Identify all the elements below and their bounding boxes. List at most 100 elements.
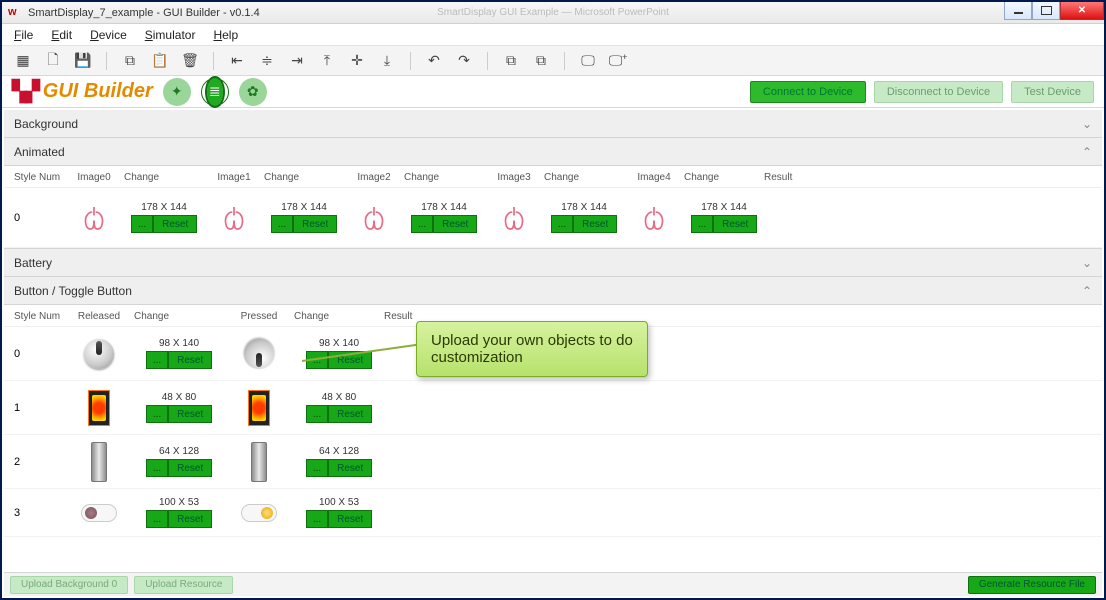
background-app-ghost: SmartDisplay GUI Example — Microsoft Pow… xyxy=(437,7,669,18)
section-buttontoggle-header[interactable]: Button / Toggle Button ⌃ xyxy=(4,277,1102,305)
change-group: 64 X 128 ...Reset xyxy=(134,446,224,477)
save-icon[interactable]: 💾 xyxy=(72,50,94,72)
browse-button[interactable]: ... xyxy=(271,215,293,233)
duplicate-icon[interactable]: ⧉ xyxy=(500,50,522,72)
change-group-0: 178 X 144 ... Reset xyxy=(124,202,204,233)
style-num: 1 xyxy=(14,402,64,414)
reset-button[interactable]: Reset xyxy=(168,351,212,369)
upload-background-button[interactable]: Upload Background 0 xyxy=(10,576,128,594)
header-change: Change xyxy=(264,172,344,183)
reset-button[interactable]: Reset xyxy=(293,215,337,233)
browse-button[interactable]: ... xyxy=(551,215,573,233)
header-image4: Image4 xyxy=(624,172,684,183)
header-change: Change xyxy=(124,172,204,183)
mode-layout-button[interactable]: ✦ xyxy=(163,78,191,106)
browse-button[interactable]: ... xyxy=(306,459,328,477)
align-bottom-icon[interactable]: ⤓ xyxy=(376,50,398,72)
align-top-icon[interactable]: ⤒ xyxy=(316,50,338,72)
connect-device-button[interactable]: Connect to Device xyxy=(750,81,866,103)
browse-button[interactable]: ... xyxy=(146,459,168,477)
window-title: SmartDisplay_7_example - GUI Builder - v… xyxy=(28,7,260,19)
reset-button[interactable]: Reset xyxy=(328,510,372,528)
style-num: 0 xyxy=(14,348,64,360)
section-background-title: Background xyxy=(14,117,78,131)
chevron-down-icon: ⌄ xyxy=(1082,117,1092,131)
paste-icon[interactable]: 📋 xyxy=(149,50,171,72)
change-group-3: 178 X 144 ...Reset xyxy=(544,202,624,233)
pressed-preview xyxy=(224,390,294,426)
header-change: Change xyxy=(404,172,484,183)
new-project-icon[interactable]: ▦ xyxy=(12,50,34,72)
close-button[interactable] xyxy=(1060,2,1104,20)
browse-button[interactable]: ... xyxy=(306,405,328,423)
undo-icon[interactable]: ↶ xyxy=(423,50,445,72)
mode-list-button[interactable]: ≣ xyxy=(201,78,229,106)
browse-button[interactable]: ... xyxy=(146,351,168,369)
align-center-h-icon[interactable]: ≑ xyxy=(256,50,278,72)
reset-button[interactable]: Reset xyxy=(328,459,372,477)
maximize-button[interactable] xyxy=(1032,2,1060,20)
toolbar-separator xyxy=(213,52,214,70)
delete-icon[interactable]: 🗑 xyxy=(179,50,201,72)
browse-button[interactable]: ... xyxy=(411,215,433,233)
released-preview xyxy=(64,339,134,369)
test-device-button[interactable]: Test Device xyxy=(1011,81,1094,103)
device-actions: Connect to Device Disconnect to Device T… xyxy=(750,81,1094,103)
window-controls xyxy=(1004,2,1104,24)
callout-text: Upload your own objects to do customizat… xyxy=(431,332,633,366)
style-num: 3 xyxy=(14,507,64,519)
menu-simulator[interactable]: Simulator xyxy=(145,28,196,42)
generate-resource-file-button[interactable]: Generate Resource File xyxy=(968,576,1096,594)
pressed-preview xyxy=(224,504,294,522)
section-buttontoggle-title: Button / Toggle Button xyxy=(14,284,132,298)
browse-button[interactable]: ... xyxy=(306,510,328,528)
reset-button[interactable]: Reset xyxy=(168,405,212,423)
menu-help[interactable]: Help xyxy=(213,28,238,42)
section-battery-header[interactable]: Battery ⌄ xyxy=(4,249,1102,277)
disconnect-device-button[interactable]: Disconnect to Device xyxy=(874,81,1003,103)
reset-button[interactable]: Reset xyxy=(328,405,372,423)
reset-button[interactable]: Reset xyxy=(713,215,757,233)
stack-icon[interactable]: ⧉ xyxy=(530,50,552,72)
mode-settings-button[interactable]: ✿ xyxy=(239,78,267,106)
buttontoggle-row-2: 2 64 X 128 ...Reset 64 X 128 ...Reset xyxy=(4,435,1102,489)
align-right-icon[interactable]: ⇥ xyxy=(286,50,308,72)
change-group: 98 X 140 ...Reset xyxy=(294,338,384,369)
minimize-button[interactable] xyxy=(1004,2,1032,20)
reset-button[interactable]: Reset xyxy=(153,215,197,233)
dimensions-label: 178 X 144 xyxy=(561,202,607,213)
reset-button[interactable]: Reset xyxy=(433,215,477,233)
menu-device[interactable]: Device xyxy=(90,28,127,42)
section-background-header[interactable]: Background ⌄ xyxy=(4,110,1102,138)
header-image3: Image3 xyxy=(484,172,544,183)
browse-button[interactable]: ... xyxy=(146,405,168,423)
browse-button[interactable]: ... xyxy=(131,215,153,233)
screen-preview-icon[interactable]: 🖵 xyxy=(577,50,599,72)
reset-button[interactable]: Reset xyxy=(168,510,212,528)
app-icon: w xyxy=(8,6,22,20)
browse-button[interactable]: ... xyxy=(691,215,713,233)
menu-file[interactable]: File xyxy=(14,28,33,42)
redo-icon[interactable]: ↷ xyxy=(453,50,475,72)
reset-button[interactable]: Reset xyxy=(168,459,212,477)
align-center-v-icon[interactable]: ✛ xyxy=(346,50,368,72)
toolbar-separator xyxy=(106,52,107,70)
style-num: 2 xyxy=(14,456,64,468)
section-animated-header[interactable]: Animated ⌃ xyxy=(4,138,1102,166)
upload-resource-button[interactable]: Upload Resource xyxy=(134,576,233,594)
company-logo-icon: ▚▞ xyxy=(12,79,37,104)
open-file-icon[interactable]: 🗋 xyxy=(42,50,64,72)
dimensions-label: 64 X 128 xyxy=(319,446,359,457)
preview-image2 xyxy=(344,204,404,232)
chevron-up-icon: ⌃ xyxy=(1082,145,1092,159)
copy-icon[interactable]: ⧉ xyxy=(119,50,141,72)
header-change: Change xyxy=(134,311,224,322)
change-group: 98 X 140 ...Reset xyxy=(134,338,224,369)
align-left-icon[interactable]: ⇤ xyxy=(226,50,248,72)
brand-logo: ▚▞ GUI Builder xyxy=(12,79,153,104)
header-result: Result xyxy=(764,172,824,183)
browse-button[interactable]: ... xyxy=(146,510,168,528)
screen-settings-icon[interactable]: 🖵⁺ xyxy=(607,50,629,72)
menu-edit[interactable]: Edit xyxy=(51,28,72,42)
reset-button[interactable]: Reset xyxy=(573,215,617,233)
